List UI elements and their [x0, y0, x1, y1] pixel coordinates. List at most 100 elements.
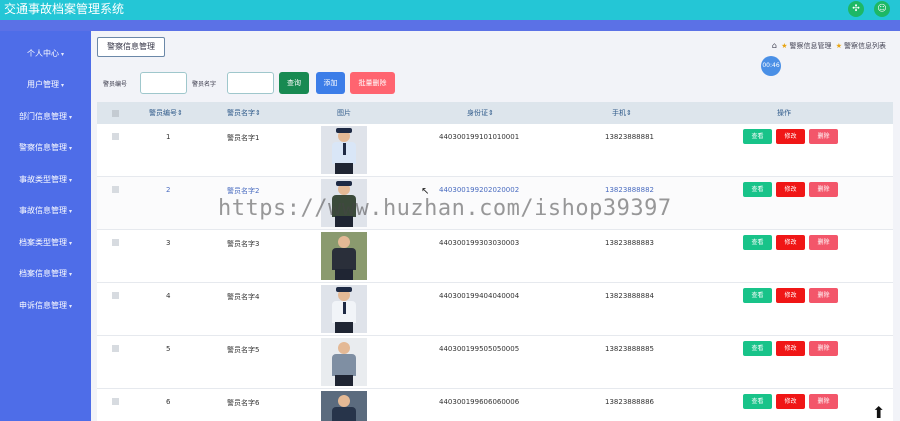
- cell-police-id: 4: [166, 292, 171, 300]
- police-photo[interactable]: [321, 285, 367, 333]
- police-name-input[interactable]: [227, 72, 274, 94]
- sidebar-item-user-management[interactable]: 用户管理 ▾: [0, 75, 91, 95]
- cell-police-id: 1: [166, 133, 171, 141]
- cell-phone: 13823888886: [605, 398, 654, 406]
- cell-police-name: 警员名字6: [227, 399, 260, 407]
- breadcrumb-item: 警察信息列表: [844, 42, 886, 50]
- edit-button[interactable]: 修改: [776, 129, 805, 144]
- sidebar-item-police[interactable]: 警察信息管理 ▾: [0, 138, 91, 158]
- query-button[interactable]: 查询: [279, 72, 309, 94]
- cell-police-id: 5: [166, 345, 171, 353]
- view-button[interactable]: 查看: [743, 235, 772, 250]
- col-phone[interactable]: 手机⇕: [612, 108, 632, 118]
- cell-idcard: 440300199404040004: [439, 292, 520, 300]
- sidebar-item-label: 申诉信息管理: [18, 301, 67, 310]
- row-checkbox[interactable]: [112, 292, 119, 299]
- table-row: 6 警员名字6 440300199606060006 13823888886 查…: [97, 389, 893, 421]
- col-photo: 图片: [337, 109, 351, 117]
- col-idcard[interactable]: 身份证⇕: [467, 108, 494, 118]
- row-checkbox[interactable]: [112, 345, 119, 352]
- police-id-input[interactable]: [140, 72, 187, 94]
- chevron-down-icon: ▾: [68, 240, 72, 247]
- mouse-cursor-icon: ↖: [421, 186, 430, 197]
- edit-button[interactable]: 修改: [776, 235, 805, 250]
- chevron-down-icon: ▾: [68, 114, 72, 121]
- chevron-down-icon: ▾: [60, 82, 64, 89]
- cell-idcard: 440300199505050005: [439, 345, 520, 353]
- theme-icon[interactable]: ✣: [848, 1, 864, 17]
- sidebar-item-label: 档案信息管理: [18, 269, 67, 278]
- chevron-down-icon: ▾: [68, 177, 72, 184]
- view-button[interactable]: 查看: [743, 129, 772, 144]
- cell-idcard: 440300199202020002: [439, 186, 520, 194]
- col-actions: 操作: [777, 109, 791, 117]
- delete-button[interactable]: 删除: [809, 288, 838, 303]
- col-label: 警员编号: [149, 109, 177, 117]
- col-police-name[interactable]: 警员名字⇕: [227, 108, 261, 118]
- cell-idcard: 440300199303030003: [439, 239, 520, 247]
- chevron-down-icon: ▾: [68, 208, 72, 215]
- tab-police-info[interactable]: 警察信息管理: [97, 37, 165, 57]
- edit-button[interactable]: 修改: [776, 394, 805, 409]
- cell-police-name: 警员名字1: [227, 134, 260, 142]
- add-button[interactable]: 添加: [316, 72, 345, 94]
- table-row: 1 警员名字1 440300199101010001 13823888881 查…: [97, 124, 893, 177]
- view-button[interactable]: 查看: [743, 288, 772, 303]
- cell-idcard: 440300199101010001: [439, 133, 520, 141]
- cell-police-name: 警员名字5: [227, 346, 260, 354]
- row-checkbox[interactable]: [112, 398, 119, 405]
- sidebar-item-archive-info[interactable]: 档案信息管理 ▾: [0, 264, 91, 284]
- star-icon: ★: [781, 42, 788, 50]
- user-icon[interactable]: ☺: [874, 1, 890, 17]
- police-photo[interactable]: [321, 232, 367, 280]
- view-button[interactable]: 查看: [743, 394, 772, 409]
- delete-button[interactable]: 删除: [809, 129, 838, 144]
- police-photo[interactable]: [321, 391, 367, 421]
- select-all-checkbox[interactable]: [112, 110, 119, 117]
- sidebar-item-appeal[interactable]: 申诉信息管理 ▾: [0, 296, 91, 316]
- sidebar-item-archive-type[interactable]: 档案类型管理 ▾: [0, 233, 91, 253]
- cell-phone: 13823888882: [605, 186, 654, 194]
- back-to-top-icon[interactable]: ⬆: [872, 405, 885, 421]
- top-bar: 交通事故档案管理系统 ✣ ☺: [0, 0, 900, 20]
- row-checkbox[interactable]: [112, 186, 119, 193]
- edit-button[interactable]: 修改: [776, 341, 805, 356]
- col-label: 身份证: [467, 109, 488, 117]
- home-icon[interactable]: ⌂: [772, 41, 777, 50]
- view-button[interactable]: 查看: [743, 341, 772, 356]
- row-checkbox[interactable]: [112, 133, 119, 140]
- header-stripe: [0, 20, 900, 31]
- table-row: 3 警员名字3 440300199303030003 13823888883 查…: [97, 230, 893, 283]
- delete-button[interactable]: 删除: [809, 235, 838, 250]
- sidebar-item-label: 事故信息管理: [18, 206, 67, 215]
- batch-delete-button[interactable]: 批量删除: [350, 72, 395, 94]
- police-name-label: 警员名字: [192, 81, 217, 88]
- police-photo[interactable]: [321, 338, 367, 386]
- sidebar-item-accident-type[interactable]: 事故类型管理 ▾: [0, 170, 91, 190]
- cell-phone: 13823888883: [605, 239, 654, 247]
- table-header: 警员编号⇕ 警员名字⇕ 图片 身份证⇕ 手机⇕ 操作: [97, 102, 893, 124]
- cell-phone: 13823888881: [605, 133, 654, 141]
- col-police-id[interactable]: 警员编号⇕: [149, 108, 183, 118]
- sidebar-item-department[interactable]: 部门信息管理 ▾: [0, 107, 91, 127]
- delete-button[interactable]: 删除: [809, 341, 838, 356]
- sidebar-item-accident-info[interactable]: 事故信息管理 ▾: [0, 201, 91, 221]
- sidebar-item-personal-center[interactable]: 个人中心 ▾: [0, 44, 91, 64]
- breadcrumb-item[interactable]: 警察信息管理: [789, 42, 831, 50]
- delete-button[interactable]: 删除: [809, 394, 838, 409]
- view-button[interactable]: 查看: [743, 182, 772, 197]
- table-row: 5 警员名字5 440300199505050005 13823888885 查…: [97, 336, 893, 389]
- chevron-down-icon: ▾: [60, 51, 64, 58]
- sidebar-item-label: 部门信息管理: [18, 112, 67, 121]
- row-checkbox[interactable]: [112, 239, 119, 246]
- police-photo[interactable]: [321, 126, 367, 174]
- chevron-down-icon: ▾: [68, 303, 72, 310]
- delete-button[interactable]: 删除: [809, 182, 838, 197]
- star-icon: ★: [835, 42, 842, 50]
- edit-button[interactable]: 修改: [776, 182, 805, 197]
- cell-police-name: 警员名字2: [227, 187, 260, 195]
- edit-button[interactable]: 修改: [776, 288, 805, 303]
- sidebar-item-label: 事故类型管理: [18, 175, 67, 184]
- chevron-down-icon: ▾: [68, 145, 72, 152]
- col-label: 手机: [612, 109, 626, 117]
